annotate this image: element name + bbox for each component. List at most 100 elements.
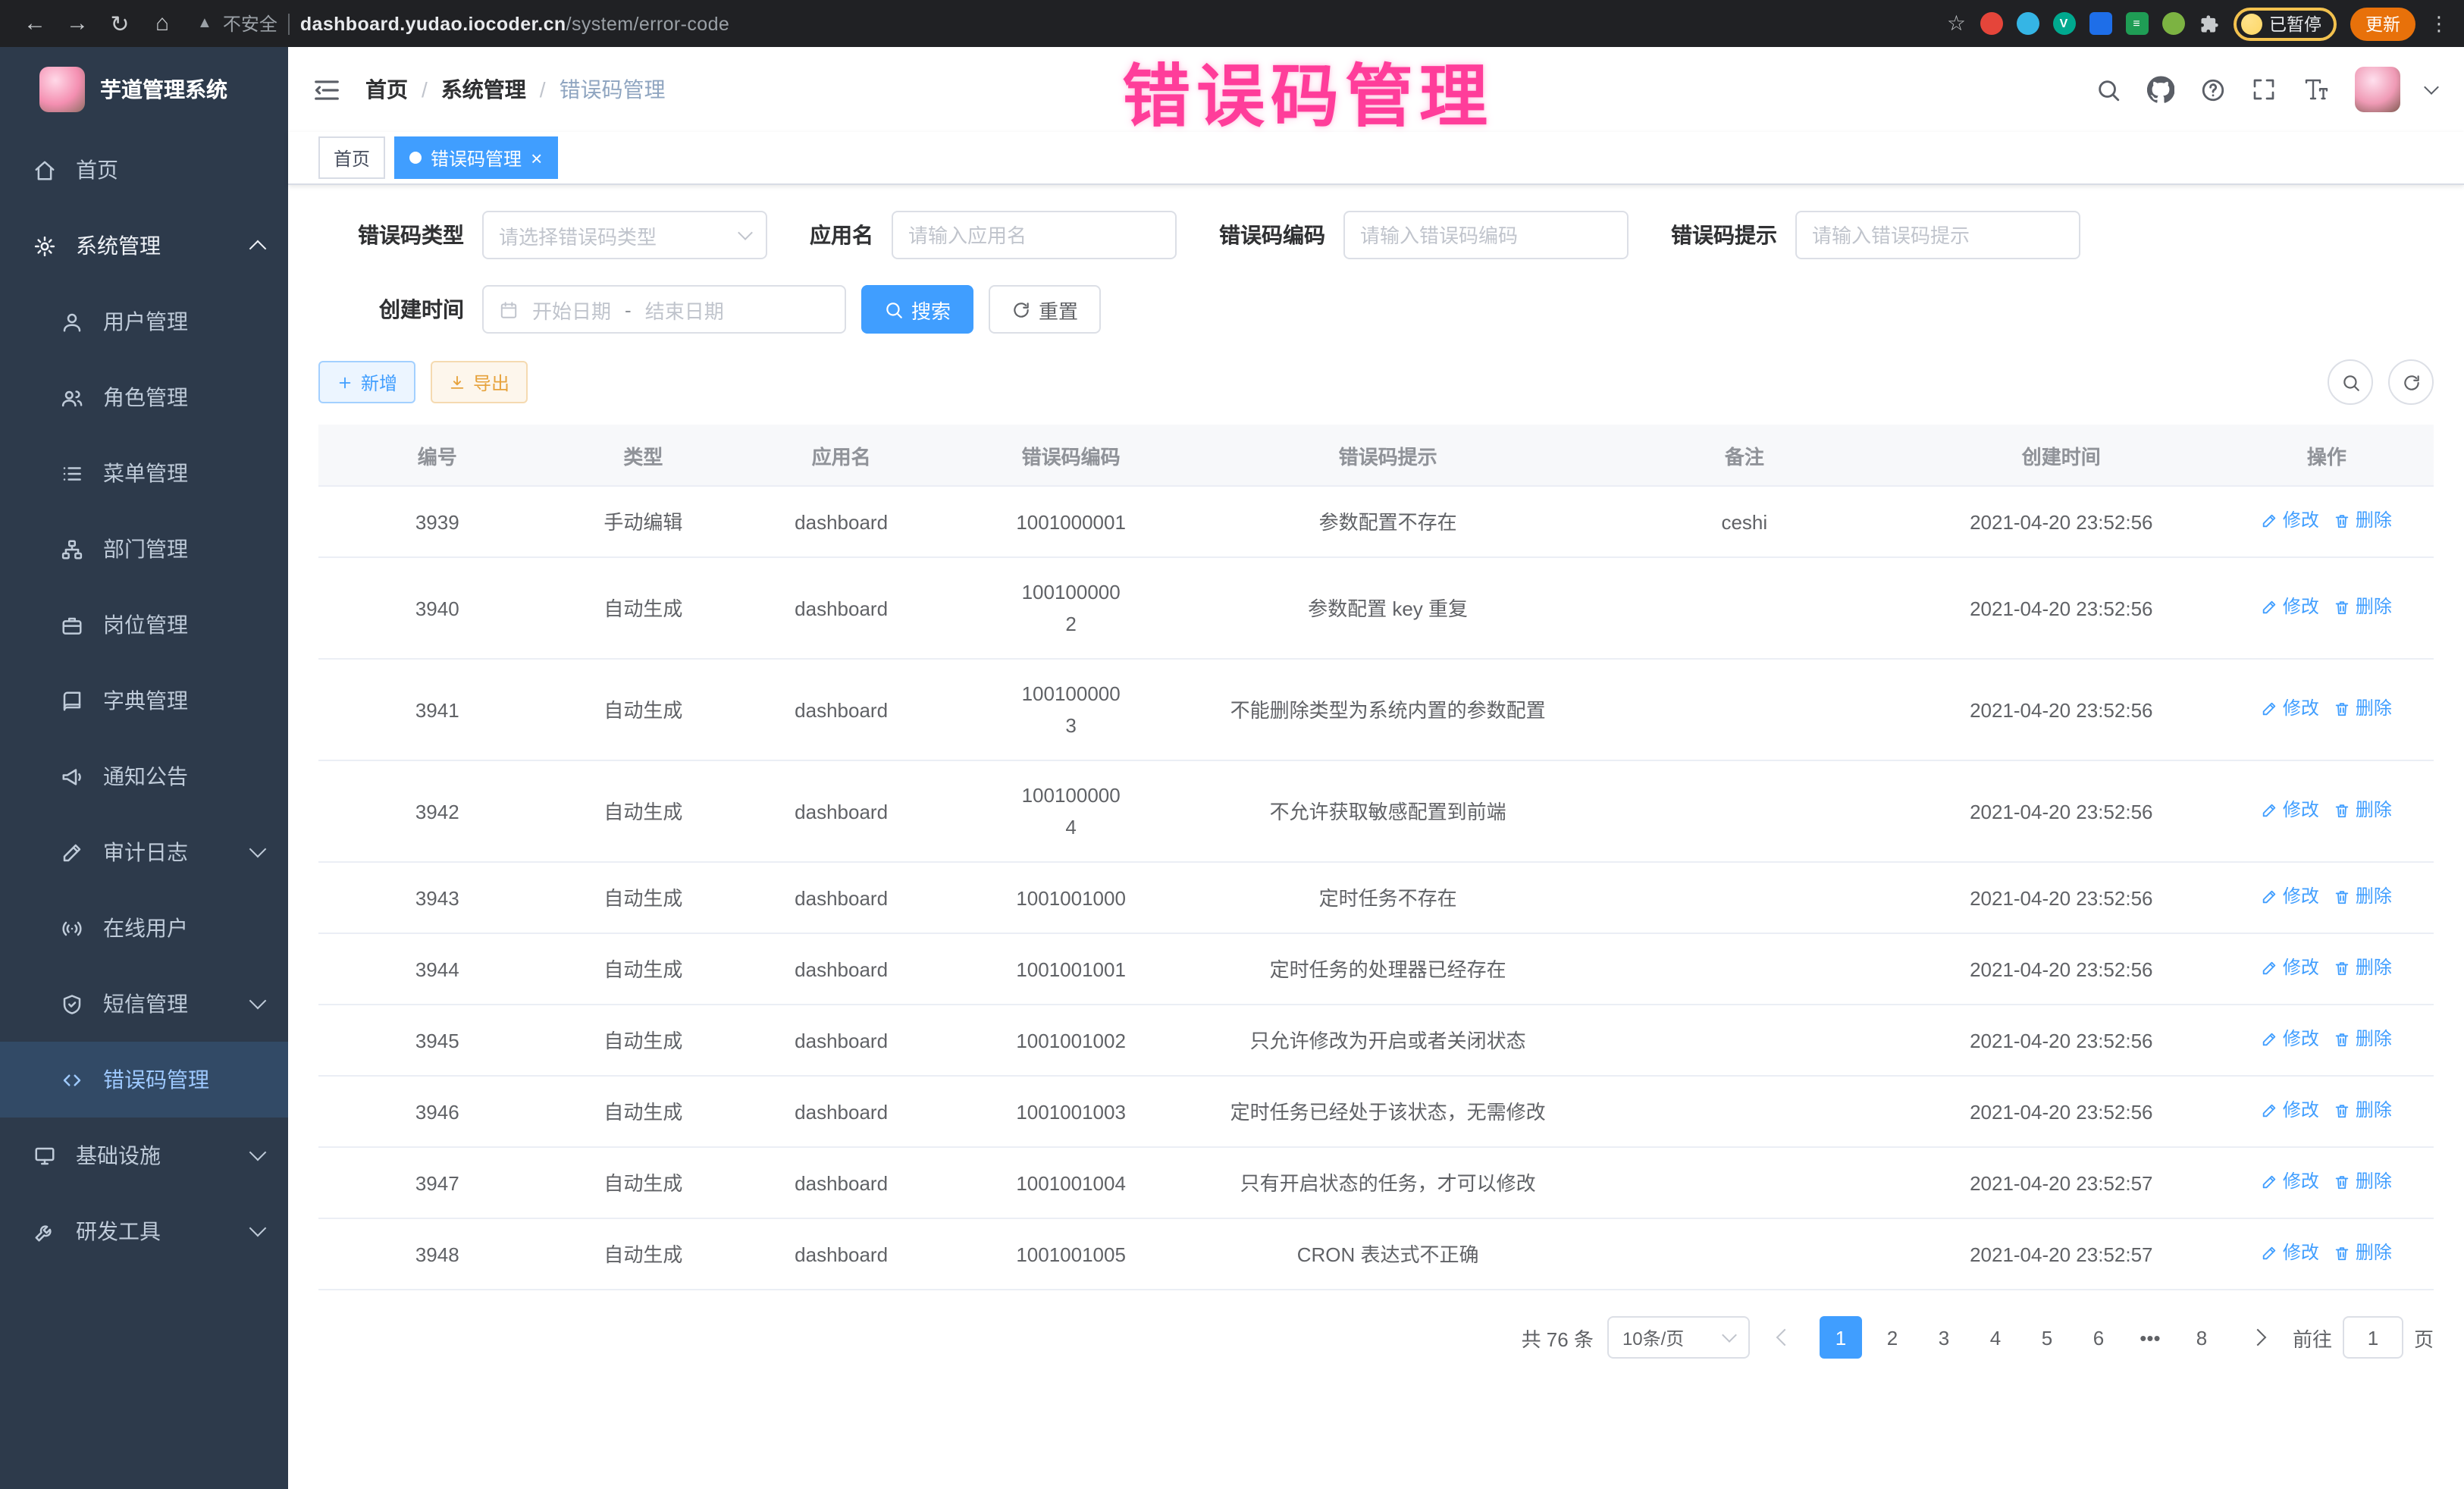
app-name-input[interactable] [892, 211, 1177, 259]
extension-icon[interactable]: ≡ [2125, 12, 2148, 35]
back-icon[interactable]: ← [15, 4, 55, 43]
sidebar-item[interactable]: 用户管理 [0, 284, 288, 359]
breadcrumb-item[interactable]: 错误码管理 [526, 74, 666, 105]
table-row[interactable]: 3943 自动生成 dashboard 1001001000 定时任务不存在 2… [318, 862, 2434, 933]
chevron-down-icon[interactable] [2424, 80, 2439, 95]
table-row[interactable]: 3941 自动生成 dashboard 1001000003 不能删除类型为系统… [318, 659, 2434, 760]
column-header[interactable]: 应用名 [730, 425, 952, 486]
edit-link[interactable]: 修改 [2262, 693, 2319, 725]
delete-link[interactable]: 删除 [2334, 693, 2392, 725]
address-bar[interactable]: ▲ 不安全 dashboard.yudao.iocoder.cn/system/… [197, 11, 729, 36]
error-hint-input[interactable] [1795, 211, 2080, 259]
page-button[interactable]: 3 [1923, 1316, 1965, 1359]
column-header[interactable]: 创建时间 [1903, 425, 2220, 486]
page-size-select[interactable]: 10条/页 [1607, 1316, 1750, 1359]
search-icon[interactable] [2096, 77, 2121, 102]
delete-link[interactable]: 删除 [2334, 952, 2392, 984]
edit-link[interactable]: 修改 [2262, 591, 2319, 623]
edit-link[interactable]: 修改 [2262, 1237, 2319, 1269]
toggle-search-button[interactable] [2328, 359, 2373, 405]
sidebar-item[interactable]: 系统管理 [0, 208, 288, 284]
error-type-select[interactable]: 请选择错误码类型 [482, 211, 767, 259]
sidebar-item[interactable]: 部门管理 [0, 511, 288, 587]
sidebar-item[interactable]: 短信管理 [0, 966, 288, 1042]
table-row[interactable]: 3946 自动生成 dashboard 1001001003 定时任务已经处于该… [318, 1076, 2434, 1147]
page-button[interactable]: 8 [2180, 1316, 2223, 1359]
breadcrumb-item[interactable]: 系统管理 [408, 74, 526, 105]
table-row[interactable]: 3948 自动生成 dashboard 1001001005 CRON 表达式不… [318, 1218, 2434, 1290]
fullscreen-icon[interactable] [2252, 77, 2276, 102]
sidebar-item[interactable]: 字典管理 [0, 663, 288, 738]
edit-link[interactable]: 修改 [2262, 1166, 2319, 1198]
delete-link[interactable]: 删除 [2334, 881, 2392, 913]
export-button[interactable]: 导出 [431, 361, 528, 403]
extension-icon[interactable] [2161, 12, 2184, 35]
delete-link[interactable]: 删除 [2334, 1095, 2392, 1127]
column-header[interactable]: 错误码编码 [952, 425, 1190, 486]
table-row[interactable]: 3942 自动生成 dashboard 1001000004 不允许获取敏感配置… [318, 760, 2434, 862]
table-row[interactable]: 3940 自动生成 dashboard 1001000002 参数配置 key … [318, 557, 2434, 659]
next-page-button[interactable] [2237, 1316, 2279, 1359]
sidebar-item[interactable]: 菜单管理 [0, 435, 288, 511]
sidebar-item[interactable]: 基础设施 [0, 1118, 288, 1193]
column-header[interactable]: 类型 [556, 425, 730, 486]
extension-icon[interactable] [2089, 12, 2111, 35]
github-icon[interactable] [2147, 76, 2174, 103]
delete-link[interactable]: 删除 [2334, 1023, 2392, 1055]
sidebar-item[interactable]: 角色管理 [0, 359, 288, 435]
table-row[interactable]: 3944 自动生成 dashboard 1001001001 定时任务的处理器已… [318, 933, 2434, 1005]
tab-close-icon[interactable] [531, 148, 542, 168]
extension-icon[interactable]: V [2052, 12, 2075, 35]
delete-link[interactable]: 删除 [2334, 591, 2392, 623]
page-button[interactable]: 1 [1820, 1316, 1862, 1359]
paused-badge[interactable]: 已暂停 [2233, 7, 2337, 40]
edit-link[interactable]: 修改 [2262, 795, 2319, 826]
sidebar-item[interactable]: 通知公告 [0, 738, 288, 814]
security-warning[interactable]: 不安全 [223, 11, 277, 36]
table-row[interactable]: 3947 自动生成 dashboard 1001001004 只有开启状态的任务… [318, 1147, 2434, 1218]
goto-page-input[interactable] [2343, 1316, 2403, 1359]
sidebar-item[interactable]: 审计日志 [0, 814, 288, 890]
delete-link[interactable]: 删除 [2334, 795, 2392, 826]
browser-home-icon[interactable]: ⌂ [143, 4, 182, 43]
url-text[interactable]: dashboard.yudao.iocoder.cn/system/error-… [300, 13, 729, 34]
avatar[interactable] [2355, 67, 2400, 112]
column-header[interactable]: 备注 [1586, 425, 1903, 486]
sidebar-item[interactable]: 在线用户 [0, 890, 288, 966]
forward-icon[interactable]: → [58, 4, 97, 43]
delete-link[interactable]: 删除 [2334, 505, 2392, 537]
logo-row[interactable]: 芋道管理系统 [0, 47, 288, 132]
reset-button[interactable]: 重置 [989, 285, 1101, 334]
browser-menu-icon[interactable]: ⋮ [2429, 11, 2449, 36]
edit-link[interactable]: 修改 [2262, 505, 2319, 537]
delete-link[interactable]: 删除 [2334, 1237, 2392, 1269]
view-tab[interactable]: 首页 [318, 136, 385, 179]
view-tab[interactable]: 错误码管理 [394, 136, 557, 179]
extension-icon[interactable] [2016, 12, 2039, 35]
add-button[interactable]: 新增 [318, 361, 415, 403]
column-header[interactable]: 编号 [318, 425, 556, 486]
extensions-puzzle-icon[interactable] [2198, 13, 2219, 34]
sidebar-fold-icon[interactable] [312, 75, 341, 104]
sidebar-item[interactable]: 研发工具 [0, 1193, 288, 1269]
page-button[interactable]: 4 [1974, 1316, 2017, 1359]
bookmark-star-icon[interactable]: ☆ [1947, 11, 1966, 36]
search-button[interactable]: 搜索 [861, 285, 973, 334]
column-header[interactable]: 错误码提示 [1190, 425, 1585, 486]
page-button[interactable]: 2 [1871, 1316, 1914, 1359]
sidebar-item[interactable]: 首页 [0, 132, 288, 208]
breadcrumb-item[interactable]: 首页 [365, 74, 408, 105]
table-row[interactable]: 3939 手动编辑 dashboard 1001000001 参数配置不存在 c… [318, 486, 2434, 557]
error-code-input[interactable] [1343, 211, 1629, 259]
extension-icon[interactable] [1980, 12, 2002, 35]
table-row[interactable]: 3945 自动生成 dashboard 1001001002 只允许修改为开启或… [318, 1005, 2434, 1076]
edit-link[interactable]: 修改 [2262, 881, 2319, 913]
column-header[interactable]: 操作 [2220, 425, 2434, 486]
edit-link[interactable]: 修改 [2262, 1095, 2319, 1127]
help-icon[interactable] [2200, 77, 2226, 102]
font-size-icon[interactable] [2302, 76, 2329, 103]
delete-link[interactable]: 删除 [2334, 1166, 2392, 1198]
refresh-table-button[interactable] [2388, 359, 2434, 405]
page-button[interactable]: ••• [2129, 1316, 2171, 1359]
page-button[interactable]: 5 [2026, 1316, 2068, 1359]
